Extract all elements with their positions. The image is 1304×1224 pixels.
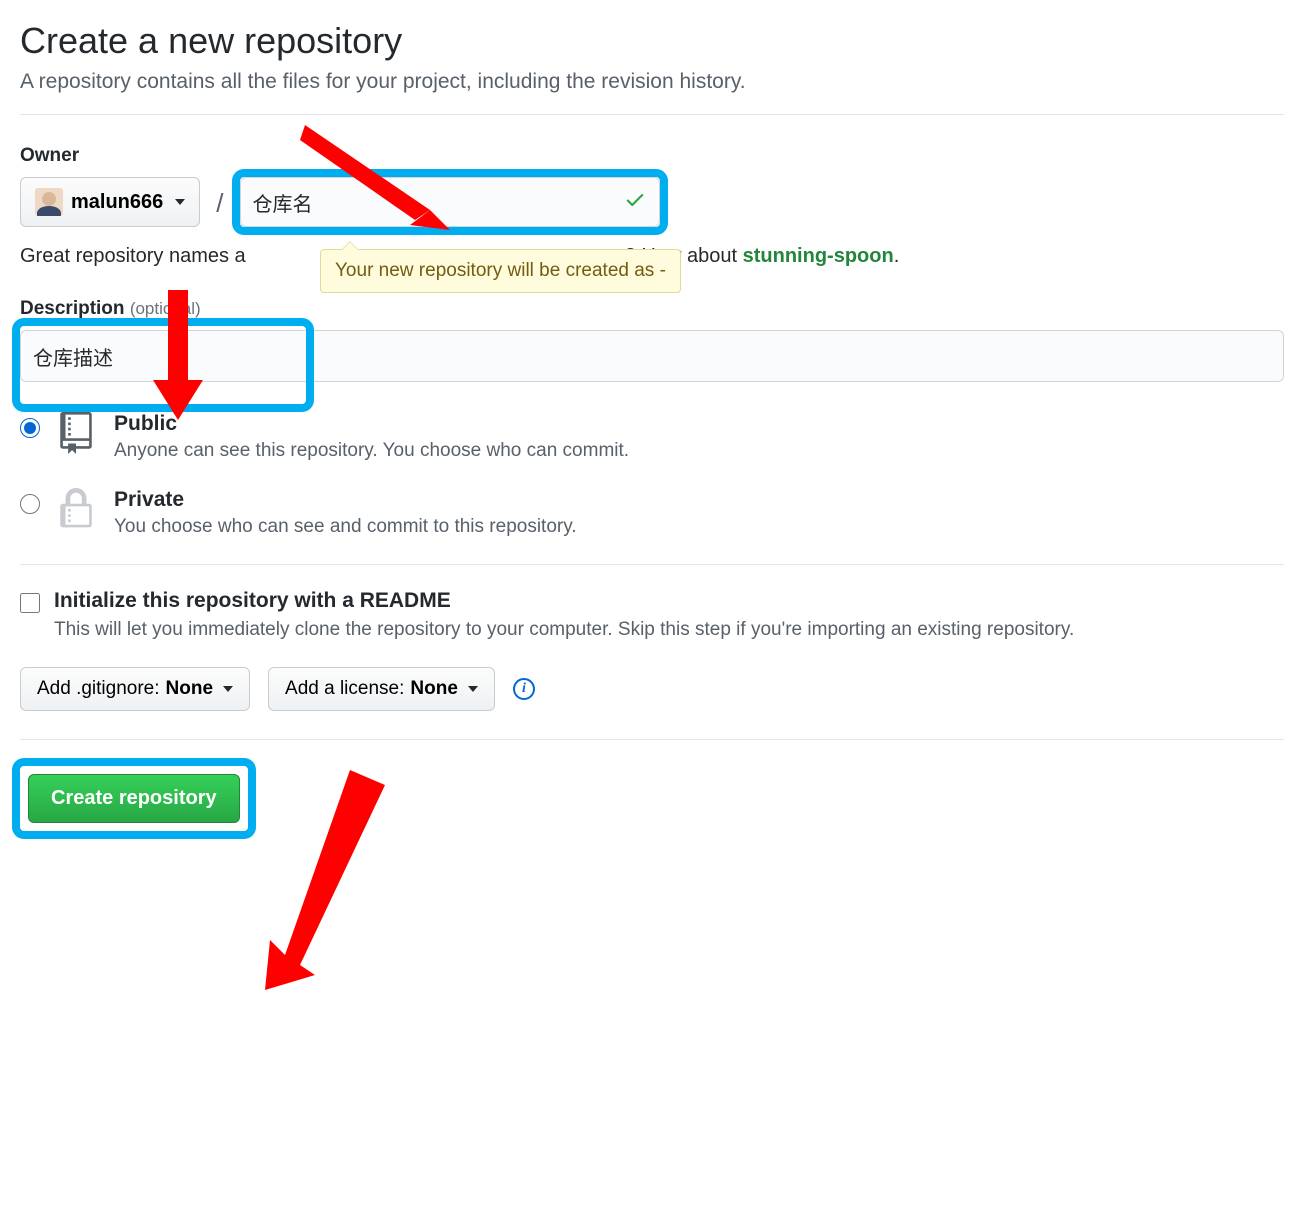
- private-desc: You choose who can see and commit to thi…: [114, 516, 577, 538]
- suggestion-link[interactable]: stunning-spoon: [743, 245, 894, 267]
- caret-down-icon: [468, 686, 478, 692]
- repo-icon: [58, 412, 96, 459]
- page-title: Create a new repository: [20, 20, 1284, 62]
- repo-name-highlight: [240, 177, 660, 227]
- divider: [20, 739, 1284, 740]
- init-readme-checkbox[interactable]: [20, 593, 40, 613]
- avatar: [35, 188, 63, 216]
- init-desc: This will let you immediately clone the …: [54, 619, 1074, 641]
- owner-select[interactable]: malun666: [20, 177, 200, 227]
- visibility-public-radio[interactable]: [20, 418, 40, 438]
- public-title: Public: [114, 412, 629, 436]
- description-input[interactable]: [20, 330, 1284, 382]
- visibility-private-radio[interactable]: [20, 494, 40, 514]
- owner-username: malun666: [71, 191, 163, 214]
- divider: [20, 564, 1284, 565]
- divider: [20, 114, 1284, 115]
- page-subtitle: A repository contains all the files for …: [20, 70, 1284, 94]
- gitignore-value: None: [166, 678, 214, 700]
- repo-name-input[interactable]: [240, 177, 660, 227]
- license-select[interactable]: Add a license: None: [268, 667, 495, 711]
- private-title: Private: [114, 488, 577, 512]
- optional-text: (optional): [130, 299, 201, 318]
- create-button-highlight: Create repository: [20, 766, 248, 831]
- info-icon[interactable]: i: [513, 678, 535, 700]
- hint-prefix: Great repository names a: [20, 245, 246, 267]
- description-label: Description (optional): [20, 298, 1284, 320]
- public-desc: Anyone can see this repository. You choo…: [114, 440, 629, 462]
- slash-separator: /: [212, 188, 227, 227]
- lock-icon: [58, 488, 96, 535]
- caret-down-icon: [175, 199, 185, 205]
- create-repository-button[interactable]: Create repository: [28, 774, 240, 823]
- repo-name-tooltip: Your new repository will be created as -: [320, 249, 681, 293]
- gitignore-select[interactable]: Add .gitignore: None: [20, 667, 250, 711]
- init-title: Initialize this repository with a README: [54, 589, 1074, 613]
- license-value: None: [410, 678, 458, 700]
- owner-label: Owner: [20, 145, 200, 167]
- annotation-arrow: [260, 770, 390, 990]
- check-icon: [624, 189, 646, 216]
- caret-down-icon: [223, 686, 233, 692]
